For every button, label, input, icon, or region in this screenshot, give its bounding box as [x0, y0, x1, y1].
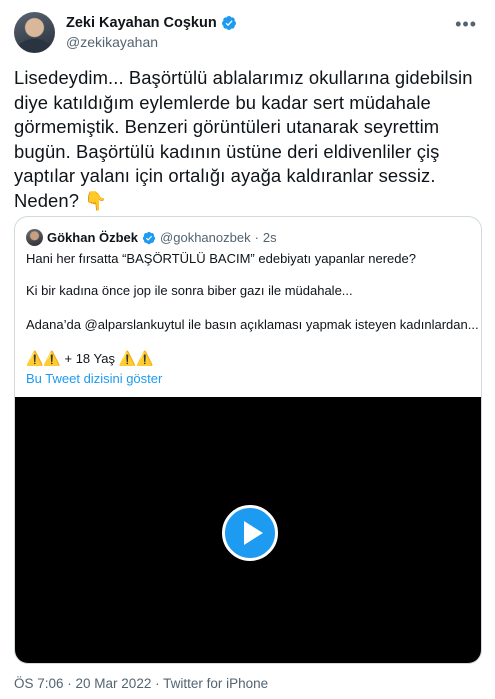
verified-badge-icon [221, 16, 236, 30]
meta-separator: · [63, 676, 76, 691]
author-avatar[interactable] [14, 12, 55, 53]
quoted-author-display-name: Gökhan Özbek [47, 230, 139, 245]
quoted-timestamp: 2s [262, 230, 277, 245]
author-name-row[interactable]: Zeki Kayahan Coşkun [66, 15, 237, 31]
video-player[interactable] [15, 397, 481, 663]
tweet-meta: ÖS 7:06 · 20 Mar 2022 · Twitter for iPho… [14, 676, 268, 691]
show-thread-link[interactable]: Bu Tweet dizisini göster [26, 371, 162, 386]
quoted-text-line-4: ⚠️⚠️ + 18 Yaş ⚠️⚠️ [26, 350, 153, 367]
quoted-text-line-3: Adana’da @alparslankuytul ile basın açık… [26, 317, 479, 332]
author-display-name[interactable]: Zeki Kayahan Coşkun [66, 15, 217, 31]
quoted-tweet-header: Gökhan Özbek @gokhanozbek · 2s [26, 229, 277, 246]
quoted-separator-dot: · [254, 230, 259, 245]
quoted-author-avatar [26, 229, 43, 246]
tweet-source[interactable]: Twitter for iPhone [163, 676, 268, 691]
author-handle[interactable]: @zekikayahan [66, 34, 158, 50]
age-warning-text: + 18 Yaş [60, 351, 119, 366]
quoted-text-line-2: Ki bir kadına önce jop ile sonra biber g… [26, 283, 353, 298]
tweet-date[interactable]: 20 Mar 2022 [76, 676, 152, 691]
quoted-author-handle: @gokhanozbek [160, 230, 251, 245]
meta-separator: · [151, 676, 164, 691]
quoted-tweet[interactable]: Gökhan Özbek @gokhanozbek · 2s Hani her … [14, 216, 482, 664]
verified-badge-icon [142, 231, 156, 244]
tweet-body-text: Lisedeydim... Başörtülü ablalarımız okul… [14, 67, 473, 211]
tweet-header: Zeki Kayahan Coşkun @zekikayahan ••• [14, 12, 481, 60]
warning-emoji-icon: ⚠️⚠️ [118, 350, 154, 366]
quoted-text-line-1: Hani her fırsatta “BAŞÖRTÜLÜ BACIM” edeb… [26, 251, 416, 266]
tweet-time[interactable]: ÖS 7:06 [14, 676, 64, 691]
play-icon[interactable] [222, 505, 278, 561]
more-horizontal-icon[interactable]: ••• [455, 14, 477, 35]
warning-emoji-icon: ⚠️⚠️ [26, 350, 61, 366]
